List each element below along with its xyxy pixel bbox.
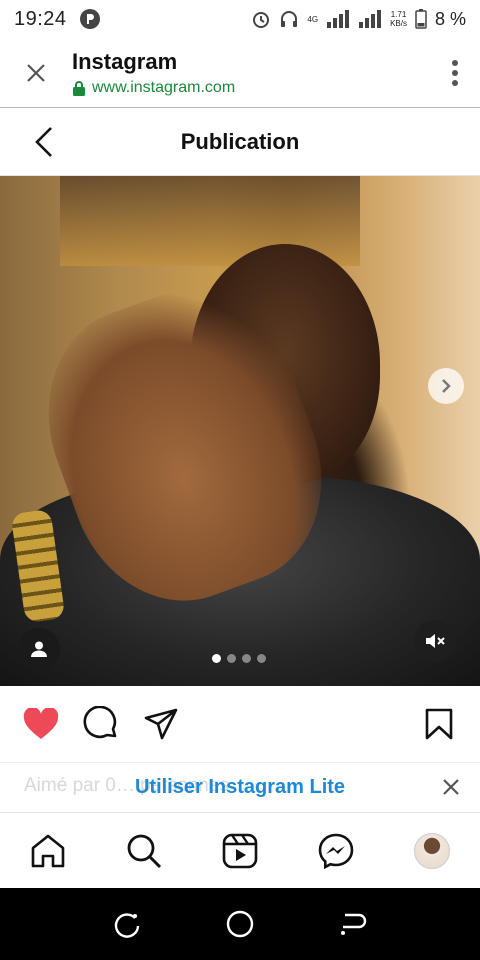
banner-close-button[interactable] — [440, 776, 462, 798]
browser-title: Instagram — [72, 48, 178, 74]
app-notification-icon — [79, 8, 101, 30]
close-tab-button[interactable] — [0, 38, 72, 108]
browser-toolbar: Instagram www.instagram.com — [0, 38, 480, 108]
battery-icon — [415, 9, 427, 29]
mute-icon — [426, 634, 445, 648]
close-icon — [443, 779, 459, 795]
network-type: 4G — [307, 14, 319, 24]
bookmark-icon — [425, 708, 453, 740]
url-text: www.instagram.com — [92, 78, 236, 96]
like-button[interactable] — [22, 705, 60, 743]
reels-icon — [222, 833, 258, 868]
back-nav-icon — [341, 913, 367, 935]
lock-icon — [73, 80, 85, 96]
more-vert-icon — [452, 59, 458, 86]
tab-home[interactable] — [23, 826, 73, 876]
recent-apps-button[interactable] — [107, 904, 147, 944]
chevron-right-icon — [442, 379, 451, 393]
save-button[interactable] — [420, 705, 458, 743]
page-title: Publication — [180, 128, 300, 154]
comment-icon — [83, 706, 117, 739]
network-speed: 1.71 KB/s — [390, 10, 407, 28]
share-icon — [144, 708, 178, 740]
comment-button[interactable] — [82, 705, 120, 743]
tab-reels[interactable] — [215, 826, 265, 876]
status-time: 19:24 — [14, 7, 67, 30]
tagged-users-button[interactable] — [18, 628, 60, 670]
carousel-indicator — [212, 654, 266, 663]
lite-banner: Aimé par 0… personnes Utiliser Instagram… — [0, 762, 480, 812]
alarm-icon — [251, 9, 271, 29]
headphones-icon — [279, 9, 299, 29]
avatar — [414, 832, 450, 869]
speed-value: 1.71 — [390, 10, 407, 19]
mute-button[interactable] — [414, 620, 456, 662]
system-nav-bar — [0, 888, 480, 960]
share-button[interactable] — [142, 705, 180, 743]
back-icon — [35, 127, 52, 157]
signal-icon — [326, 10, 350, 28]
carousel-dot — [227, 654, 236, 663]
tab-messenger[interactable] — [311, 826, 361, 876]
speed-unit: KB/s — [390, 19, 407, 28]
status-bar: 19:24 4G 1.71 KB/s 8 % — [0, 0, 480, 38]
close-icon — [27, 63, 45, 82]
post-header: Publication — [0, 108, 480, 176]
search-icon — [127, 834, 162, 868]
recent-apps-icon — [114, 913, 139, 938]
carousel-next-button[interactable] — [428, 368, 464, 404]
post-media[interactable] — [0, 176, 480, 686]
more-options-button[interactable] — [430, 38, 480, 108]
back-button[interactable] — [26, 124, 62, 160]
back-nav-button[interactable] — [333, 904, 373, 944]
heart-icon — [23, 708, 59, 739]
home-nav-button[interactable] — [220, 904, 260, 944]
carousel-dot — [242, 654, 251, 663]
tab-search[interactable] — [119, 826, 169, 876]
carousel-dot — [212, 654, 221, 663]
bottom-tab-bar — [0, 812, 480, 888]
carousel-dot — [257, 654, 266, 663]
messenger-icon — [318, 833, 354, 869]
post-actions — [0, 686, 480, 762]
home-circle-icon — [226, 910, 254, 938]
browser-url[interactable]: www.instagram.com — [72, 79, 430, 97]
user-tag-icon — [31, 641, 47, 657]
use-lite-link[interactable]: Utiliser Instagram Lite — [135, 776, 345, 799]
signal-icon-2 — [358, 10, 382, 28]
tab-profile[interactable] — [407, 826, 457, 876]
battery-level: 8 % — [434, 8, 466, 29]
home-icon — [31, 834, 65, 867]
